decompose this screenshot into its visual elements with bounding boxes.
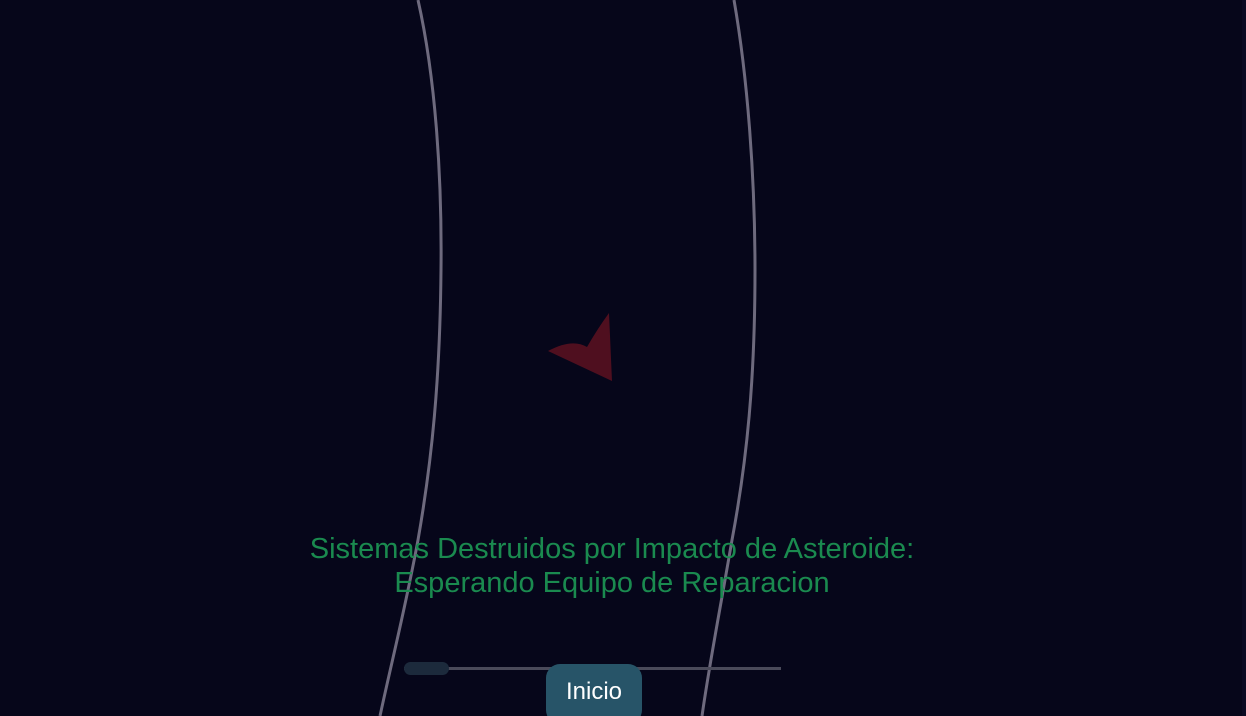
repair-progress-fill (404, 662, 449, 675)
ship-icon (548, 313, 612, 381)
track-left-boundary (378, 0, 443, 716)
game-canvas[interactable]: Sistemas Destruidos por Impacto de Aster… (0, 0, 1246, 716)
status-line-2: Esperando Equipo de Reparacion (394, 567, 830, 599)
status-message: Sistemas Destruidos por Impacto de Aster… (212, 532, 1012, 600)
track-right-boundary (700, 0, 757, 716)
track-svg (378, 0, 757, 716)
status-line-1: Sistemas Destruidos por Impacto de Aster… (309, 533, 915, 565)
window-edge (1242, 0, 1246, 716)
start-button[interactable]: Inicio (546, 664, 642, 716)
